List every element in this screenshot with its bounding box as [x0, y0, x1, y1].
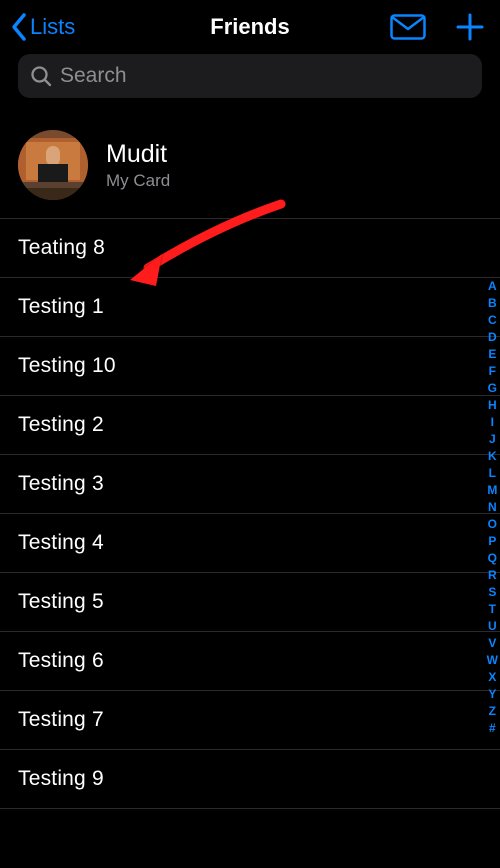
index-letter[interactable]: Q: [488, 550, 497, 567]
list-item[interactable]: Testing 4: [0, 514, 500, 573]
contact-name: Testing 10: [18, 354, 482, 378]
alphabet-index[interactable]: A B C D E F G H I J K L M N O P Q R S T …: [487, 278, 498, 737]
index-letter[interactable]: X: [488, 669, 496, 686]
contact-name: Testing 6: [18, 649, 482, 673]
index-letter[interactable]: #: [489, 720, 496, 737]
chevron-left-icon: [10, 12, 28, 42]
list-item[interactable]: Testing 2: [0, 396, 500, 455]
contact-name: Testing 2: [18, 413, 482, 437]
index-letter[interactable]: F: [489, 363, 496, 380]
plus-icon[interactable]: [456, 13, 484, 41]
index-letter[interactable]: L: [489, 465, 496, 482]
contact-name: Teating 8: [18, 236, 482, 260]
list-item[interactable]: Teating 8: [0, 219, 500, 278]
back-label: Lists: [30, 14, 75, 40]
page-title: Friends: [210, 14, 289, 40]
list-item[interactable]: Testing 1: [0, 278, 500, 337]
index-letter[interactable]: P: [488, 533, 496, 550]
list-item[interactable]: Testing 5: [0, 573, 500, 632]
index-letter[interactable]: V: [488, 635, 496, 652]
index-letter[interactable]: J: [489, 431, 496, 448]
index-letter[interactable]: H: [488, 397, 497, 414]
index-letter[interactable]: S: [488, 584, 496, 601]
avatar: [18, 130, 88, 200]
search-container: Search: [0, 54, 500, 108]
index-letter[interactable]: N: [488, 499, 497, 516]
contact-name: Testing 4: [18, 531, 482, 555]
my-card-name: Mudit: [106, 140, 170, 169]
my-card-row[interactable]: Mudit My Card: [0, 108, 500, 219]
index-letter[interactable]: D: [488, 329, 497, 346]
index-letter[interactable]: Y: [488, 686, 496, 703]
contact-name: Testing 5: [18, 590, 482, 614]
contact-list: Teating 8 Testing 1 Testing 10 Testing 2…: [0, 219, 500, 809]
index-letter[interactable]: K: [488, 448, 497, 465]
index-letter[interactable]: E: [488, 346, 496, 363]
contact-name: Testing 7: [18, 708, 482, 732]
index-letter[interactable]: Z: [489, 703, 496, 720]
list-item[interactable]: Testing 9: [0, 750, 500, 809]
back-button[interactable]: Lists: [10, 12, 75, 42]
index-letter[interactable]: B: [488, 295, 497, 312]
list-item[interactable]: Testing 10: [0, 337, 500, 396]
search-icon: [30, 65, 52, 87]
nav-right: [380, 13, 490, 41]
my-card-subtitle: My Card: [106, 171, 170, 191]
index-letter[interactable]: U: [488, 618, 497, 635]
nav-left: Lists: [10, 12, 120, 42]
search-placeholder: Search: [60, 64, 127, 88]
index-letter[interactable]: M: [487, 482, 497, 499]
index-letter[interactable]: W: [487, 652, 498, 669]
list-item[interactable]: Testing 6: [0, 632, 500, 691]
index-letter[interactable]: G: [488, 380, 497, 397]
index-letter[interactable]: O: [488, 516, 497, 533]
mail-icon[interactable]: [390, 14, 426, 40]
index-letter[interactable]: A: [488, 278, 497, 295]
list-item[interactable]: Testing 7: [0, 691, 500, 750]
contact-name: Testing 3: [18, 472, 482, 496]
index-letter[interactable]: T: [489, 601, 496, 618]
navigation-bar: Lists Friends: [0, 0, 500, 54]
index-letter[interactable]: I: [491, 414, 494, 431]
index-letter[interactable]: C: [488, 312, 497, 329]
my-card-text: Mudit My Card: [106, 140, 170, 191]
list-item[interactable]: Testing 3: [0, 455, 500, 514]
index-letter[interactable]: R: [488, 567, 497, 584]
contact-name: Testing 9: [18, 767, 482, 791]
search-input[interactable]: Search: [18, 54, 482, 98]
contact-name: Testing 1: [18, 295, 482, 319]
